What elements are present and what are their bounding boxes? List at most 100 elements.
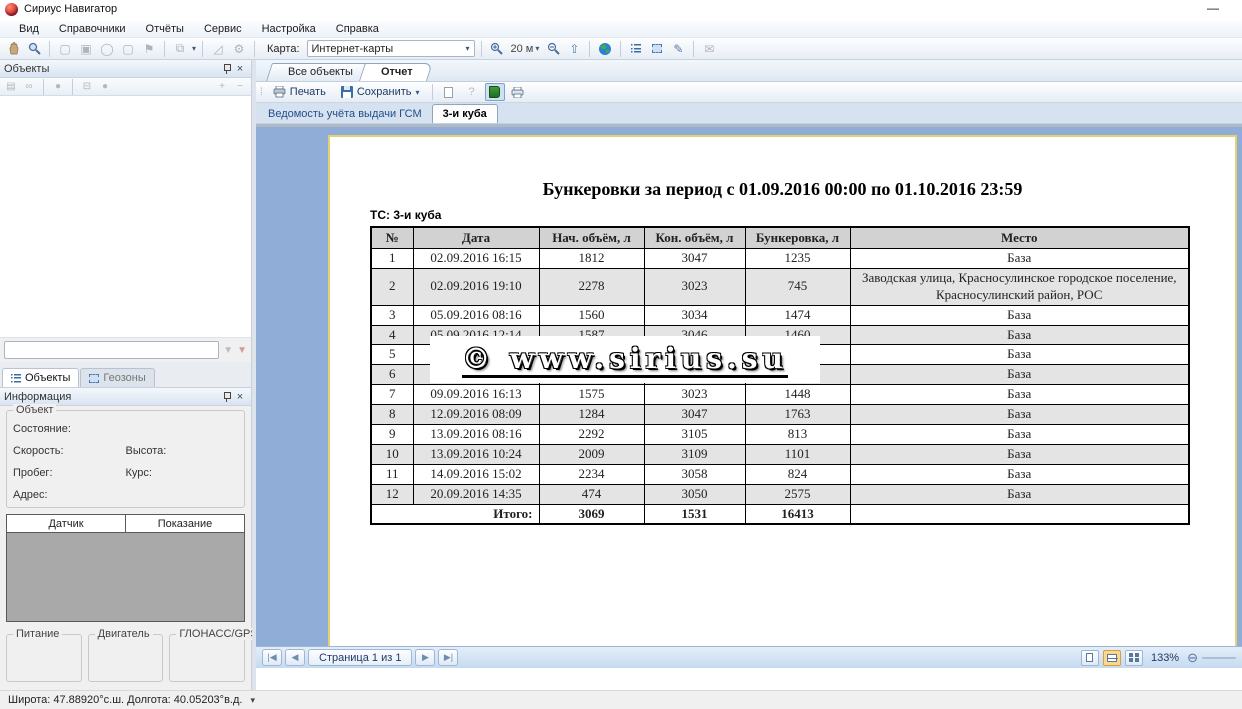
scale-dropdown-icon: ▾ [535, 44, 539, 53]
page-indicator: Страница 1 из 1 [308, 649, 412, 666]
last-page-button[interactable]: ▶| [438, 649, 458, 666]
close-icon[interactable]: × [233, 62, 247, 76]
edit-note-icon[interactable]: ✎ [669, 40, 687, 57]
totals-place [850, 504, 1189, 524]
pan-hand-icon[interactable] [4, 40, 22, 57]
address-label: Адрес: [13, 489, 48, 501]
save-dropdown-icon[interactable]: ▾ [416, 88, 420, 97]
menu-help[interactable]: Справка [327, 21, 388, 37]
single-page-layout-button[interactable] [1081, 650, 1099, 666]
save-button[interactable]: Сохранить ▾ [335, 85, 426, 99]
select-polygon-icon[interactable]: ▣ [77, 40, 95, 57]
tab-geozones[interactable]: Геозоны [80, 368, 154, 387]
print-button[interactable]: Печать [267, 85, 332, 99]
ruler-icon[interactable]: ◿ [209, 40, 227, 57]
marker-icon[interactable]: ● [98, 80, 112, 93]
multi-page-layout-button[interactable] [1125, 650, 1143, 666]
table-cell: 9 [371, 425, 413, 445]
zoom-out-button[interactable]: ⊖ [1187, 650, 1198, 666]
table-cell: 13.09.2016 08:16 [413, 425, 539, 445]
col-end-volume: Кон. объём, л [644, 227, 745, 249]
tab-all-objects[interactable]: Все объекты [266, 63, 367, 81]
globe-small-icon[interactable]: ● [51, 80, 65, 93]
track-settings-icon[interactable]: ⚙ [230, 40, 248, 57]
menu-view[interactable]: Вид [10, 21, 48, 37]
zoom-slider[interactable] [1202, 657, 1236, 659]
totals-row: Итого: 3069 1531 16413 [371, 504, 1189, 524]
menu-settings[interactable]: Настройка [253, 21, 325, 37]
coordinates-dropdown-icon[interactable]: ▾ [250, 695, 255, 706]
first-page-button[interactable]: |◀ [262, 649, 282, 666]
toolbar-separator [202, 41, 203, 57]
table-cell: База [850, 249, 1189, 269]
menu-reports[interactable]: Отчёты [137, 21, 193, 37]
tab-3i-kuba[interactable]: 3-и куба [432, 104, 498, 123]
next-page-button[interactable]: ▶ [415, 649, 435, 666]
geozone-icon[interactable] [648, 40, 666, 57]
prev-page-button[interactable]: ◀ [285, 649, 305, 666]
table-cell: 7 [371, 385, 413, 405]
scale-select[interactable]: 20 м ▾ [509, 43, 542, 55]
report-viewer[interactable]: Бункеровки за период с 01.09.2016 00:00 … [256, 124, 1242, 668]
select-rect-icon[interactable]: ▢ [56, 40, 74, 57]
search-icon[interactable] [25, 40, 43, 57]
select-circle-icon[interactable]: ◯ [98, 40, 116, 57]
toolbar-separator [693, 41, 694, 57]
table-cell: База [850, 385, 1189, 405]
pin-icon[interactable] [219, 390, 233, 404]
table-cell: 5 [371, 345, 413, 365]
table-cell: 02.09.2016 16:15 [413, 249, 539, 269]
add-group-icon[interactable]: ▤ [4, 80, 18, 93]
map-toolbar: ▢ ▣ ◯ ▢ ⚑ ⧉ ▾ ◿ ⚙ Карта: Интернет-карты … [0, 38, 1242, 60]
engine-groupbox: Двигатель [88, 634, 164, 682]
minimize-button[interactable]: — [1204, 1, 1222, 17]
mail-icon[interactable]: ✉ [700, 40, 718, 57]
zoom-in-icon[interactable] [488, 40, 506, 57]
fit-width-layout-button[interactable] [1103, 650, 1121, 666]
table-cell: 13.09.2016 10:24 [413, 444, 539, 464]
layers-icon[interactable]: ⧉ [171, 40, 189, 57]
objects-tree[interactable] [0, 96, 251, 338]
flag-icon[interactable]: ⚑ [140, 40, 158, 57]
table-cell: База [850, 444, 1189, 464]
object-group-label: Объект [13, 404, 56, 416]
main-area: Все объекты Отчет ⁞ Печать Сохранить ▾ ?… [256, 60, 1242, 690]
expand-plus-icon[interactable]: + [215, 80, 229, 93]
table-cell: 3105 [644, 425, 745, 445]
filter-icon[interactable]: ▼ [223, 345, 233, 356]
home-view-icon[interactable]: ⇧ [565, 40, 583, 57]
menu-service[interactable]: Сервис [195, 21, 251, 37]
vehicle-icon[interactable]: ⊟ [80, 80, 94, 93]
clear-filter-icon[interactable]: ▼ [237, 345, 247, 356]
table-cell: База [850, 365, 1189, 385]
zoom-out-icon[interactable] [544, 40, 562, 57]
table-cell: 1763 [745, 405, 850, 425]
map-select[interactable]: Интернет-карты ▾ [307, 40, 475, 57]
legend-list-icon[interactable] [627, 40, 645, 57]
help-button[interactable]: ? [462, 83, 482, 101]
coordinates-text: Широта: 47.88920°с.ш. Долгота: 40.05203°… [8, 694, 242, 706]
link-icon[interactable]: ∞ [22, 80, 36, 93]
pin-icon[interactable] [219, 62, 233, 76]
col-place: Место [850, 227, 1189, 249]
layers-dropdown-icon[interactable]: ▾ [192, 44, 196, 53]
clear-selection-icon[interactable]: ▢ [119, 40, 137, 57]
tab-objects[interactable]: Объекты [2, 368, 79, 387]
tab-fuel-sheet[interactable]: Ведомость учёта выдачи ГСМ [258, 105, 432, 123]
single-page-icon [1086, 653, 1093, 662]
objects-tab-icon [11, 374, 21, 383]
objects-panel-header: Объекты × [0, 60, 251, 78]
objects-toolbar: ▤ ∞ ● ⊟ ● + − [0, 78, 251, 96]
globe-icon[interactable] [596, 40, 614, 57]
print-preview-button[interactable] [508, 83, 528, 101]
totals-label: Итого: [371, 504, 539, 524]
report-book-button[interactable] [485, 83, 505, 101]
close-icon[interactable]: × [233, 390, 247, 404]
collapse-minus-icon[interactable]: − [233, 80, 247, 93]
page-setup-button[interactable] [439, 83, 459, 101]
table-cell: 3 [371, 305, 413, 325]
tab-report[interactable]: Отчет [359, 63, 427, 81]
table-cell: 1448 [745, 385, 850, 405]
menu-directories[interactable]: Справочники [50, 21, 135, 37]
filter-input[interactable] [4, 341, 219, 359]
